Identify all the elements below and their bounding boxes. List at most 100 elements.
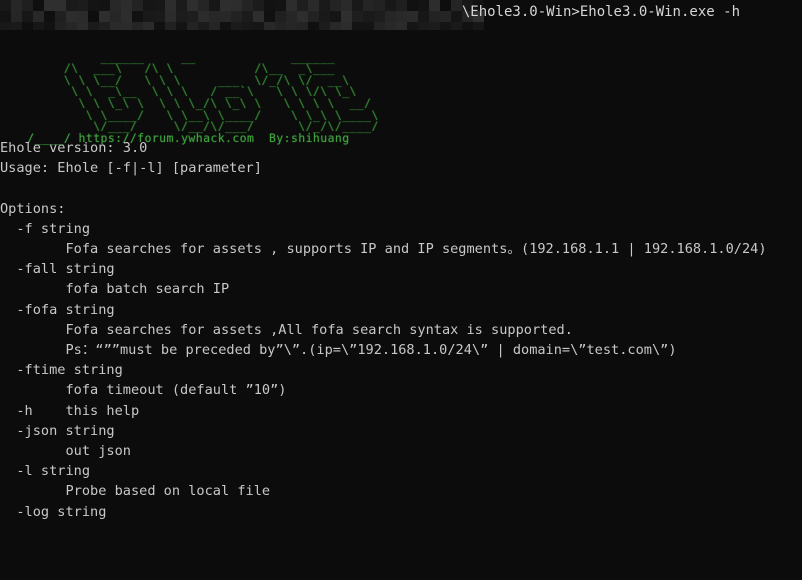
mosaic-cell — [44, 11, 55, 22]
help-line: -f string — [0, 220, 91, 237]
mosaic-cell — [154, 22, 165, 30]
mosaic-cell — [132, 0, 143, 11]
mosaic-cell — [440, 0, 451, 11]
help-line: Fofa searches for assets ,All fofa searc… — [0, 321, 573, 338]
mosaic-cell — [143, 0, 154, 11]
mosaic-cell — [121, 0, 132, 11]
mosaic-cell — [374, 22, 385, 30]
mosaic-cell — [308, 11, 319, 22]
mosaic-cell — [165, 22, 176, 30]
mosaic-cell — [341, 0, 352, 11]
mosaic-cell — [462, 22, 473, 30]
help-line: -h this help — [0, 402, 140, 419]
mosaic-cell — [44, 22, 55, 30]
mosaic-cell — [77, 0, 88, 11]
mosaic-cell — [308, 22, 319, 30]
mosaic-cell — [451, 0, 462, 11]
mosaic-cell — [110, 11, 121, 22]
mosaic-cell — [374, 11, 385, 22]
help-line: Fofa searches for assets , supports IP a… — [0, 241, 767, 258]
mosaic-cell — [209, 22, 220, 30]
mosaic-cell — [22, 11, 33, 22]
mosaic-cell — [286, 11, 297, 22]
mosaic-cell — [429, 11, 440, 22]
ascii-art-logo: ______ __ ______ /\ ___\ /\ \ /\__ _\___… — [63, 49, 379, 134]
mosaic-cell — [11, 22, 22, 30]
mosaic-cell — [33, 11, 44, 22]
mosaic-cell — [253, 11, 264, 22]
mosaic-cell — [33, 22, 44, 30]
mosaic-cell — [55, 0, 66, 11]
mosaic-cell — [66, 22, 77, 30]
mosaic-cell — [187, 11, 198, 22]
mosaic-cell — [264, 0, 275, 11]
mosaic-cell — [132, 22, 143, 30]
mosaic-cell — [143, 11, 154, 22]
mosaic-cell — [319, 22, 330, 30]
mosaic-cell — [165, 11, 176, 22]
help-output: Ehole version: 3.0 Usage: Ehole [-f|-l] [… — [0, 138, 767, 580]
command-line-text: \Ehole3.0-Win>Ehole3.0-Win.exe -h — [461, 4, 740, 20]
mosaic-cell — [220, 11, 231, 22]
mosaic-cell — [99, 22, 110, 30]
mosaic-cell — [165, 0, 176, 11]
mosaic-cell — [231, 0, 242, 11]
terminal-window: \Ehole3.0-Win>Ehole3.0-Win.exe -h ______… — [0, 0, 802, 580]
mosaic-cell — [110, 0, 121, 11]
mosaic-cell — [242, 11, 253, 22]
mosaic-cell — [407, 11, 418, 22]
mosaic-cell — [385, 11, 396, 22]
mosaic-cell — [330, 0, 341, 11]
mosaic-cell — [253, 0, 264, 11]
mosaic-cell — [66, 0, 77, 11]
mosaic-cell — [264, 11, 275, 22]
mosaic-cell — [44, 0, 55, 11]
mosaic-cell — [451, 11, 462, 22]
help-line: -fall string — [0, 261, 115, 278]
mosaic-cell — [154, 11, 165, 22]
mosaic-cell — [209, 0, 220, 11]
mosaic-cell — [198, 22, 209, 30]
mosaic-cell — [253, 22, 264, 30]
mosaic-cell — [385, 0, 396, 11]
mosaic-cell — [121, 22, 132, 30]
help-line: fofa batch search IP — [0, 281, 230, 298]
mosaic-cell — [176, 11, 187, 22]
mosaic-cell — [363, 11, 374, 22]
mosaic-cell — [77, 11, 88, 22]
mosaic-cell — [418, 0, 429, 11]
mosaic-cell — [11, 11, 22, 22]
help-line: Usage: Ehole [-f|-l] [parameter] — [0, 160, 262, 177]
mosaic-cell — [418, 22, 429, 30]
mosaic-cell — [396, 11, 407, 22]
mosaic-cell — [143, 22, 154, 30]
mosaic-cell — [374, 0, 385, 11]
mosaic-cell — [308, 0, 319, 11]
mosaic-cell — [352, 0, 363, 11]
mosaic-cell — [66, 11, 77, 22]
help-line: -log string — [0, 503, 107, 520]
help-line: -ftime string — [0, 362, 123, 379]
help-line: out json — [0, 443, 131, 460]
mosaic-cell — [385, 22, 396, 30]
help-line: Ehole version: 3.0 — [0, 140, 148, 156]
help-line: -l string — [0, 463, 91, 480]
mosaic-cell — [77, 22, 88, 30]
mosaic-cell — [418, 11, 429, 22]
mosaic-cell — [0, 22, 11, 30]
mosaic-cell — [297, 0, 308, 11]
mosaic-cell — [154, 0, 165, 11]
mosaic-cell — [0, 11, 11, 22]
mosaic-cell — [231, 22, 242, 30]
mosaic-cell — [132, 11, 143, 22]
mosaic-cell — [451, 22, 462, 30]
help-line: fofa timeout (default ”10”) — [0, 382, 287, 399]
mosaic-cell — [440, 22, 451, 30]
help-line: -fofa string — [0, 301, 115, 318]
mosaic-cell — [264, 22, 275, 30]
mosaic-cell — [473, 22, 484, 30]
mosaic-cell — [440, 11, 451, 22]
mosaic-cell — [341, 22, 352, 30]
mosaic-cell — [22, 0, 33, 11]
mosaic-cell — [22, 22, 33, 30]
